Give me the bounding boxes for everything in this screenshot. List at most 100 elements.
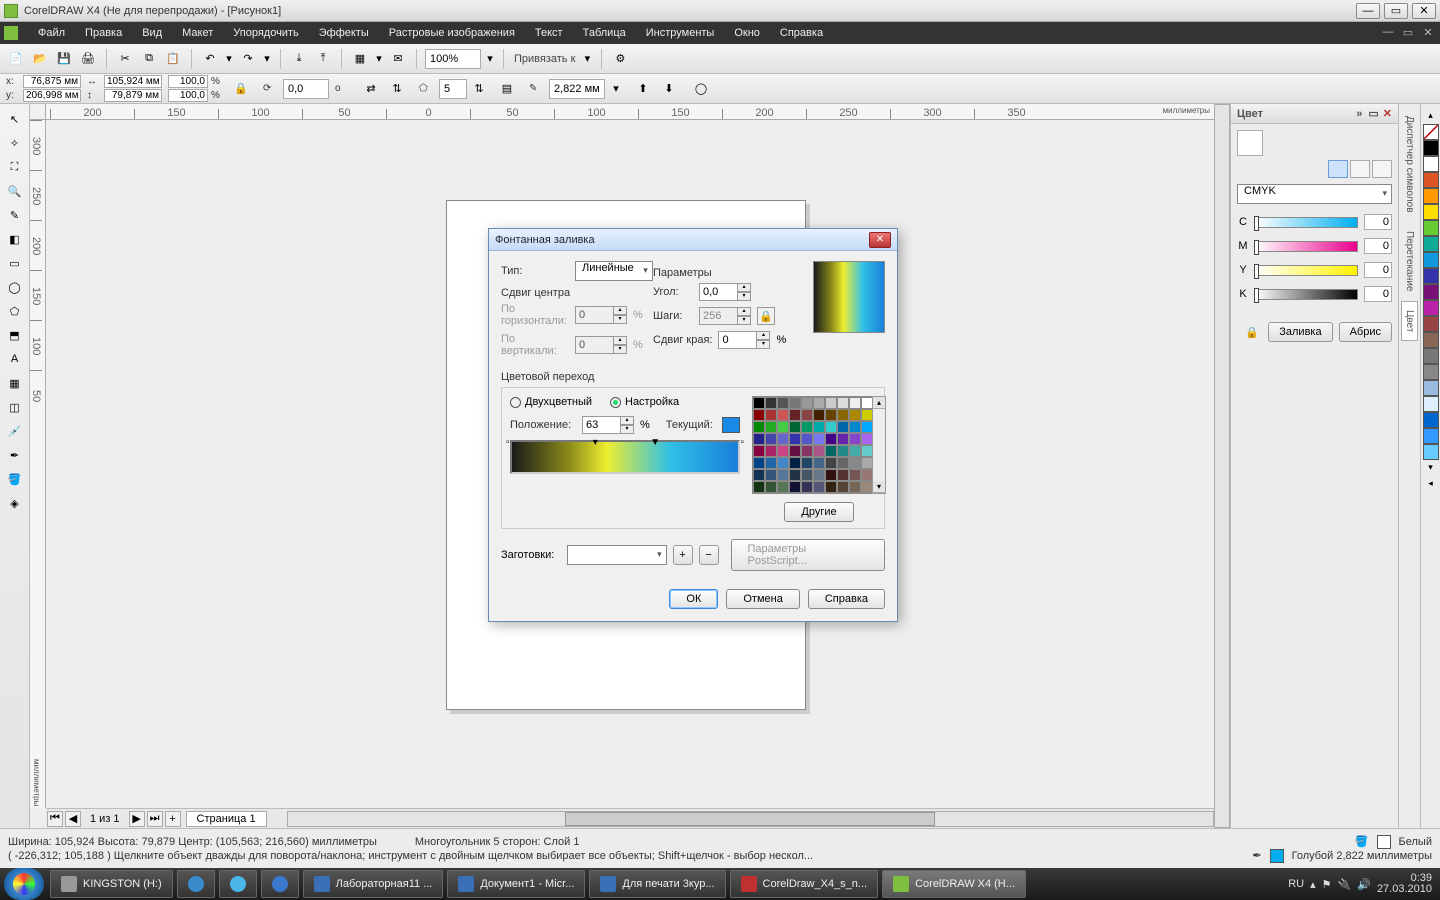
grid-swatch[interactable] [765,481,777,493]
grid-swatch[interactable] [789,397,801,409]
presets-combo[interactable] [567,545,667,565]
grid-swatch[interactable] [837,433,849,445]
edge-spinner[interactable]: ▴▾ [718,331,770,349]
grid-swatch[interactable] [837,445,849,457]
grid-swatch[interactable] [801,421,813,433]
grid-swatch[interactable] [837,421,849,433]
grid-swatch[interactable] [813,397,825,409]
grid-swatch[interactable] [801,445,813,457]
grid-swatch[interactable] [801,433,813,445]
grid-swatch[interactable] [765,457,777,469]
grid-swatch[interactable] [789,421,801,433]
angle-spinner[interactable]: ▴▾ [699,283,751,301]
presets-label: Заготовки: [501,549,561,561]
grid-swatch[interactable] [789,457,801,469]
grid-swatch[interactable] [837,457,849,469]
grid-swatch[interactable] [777,469,789,481]
grid-swatch[interactable] [849,433,861,445]
grid-swatch[interactable] [777,397,789,409]
dialog-close-button[interactable]: ✕ [869,232,891,248]
help-button[interactable]: Справка [808,589,885,609]
grid-swatch[interactable] [813,481,825,493]
grid-swatch[interactable] [825,457,837,469]
position-spinner[interactable]: ▴▾ [582,416,634,434]
grid-swatch[interactable] [753,457,765,469]
grid-swatch[interactable] [813,445,825,457]
grid-swatch[interactable] [789,409,801,421]
postscript-button: Параметры PostScript... [731,539,885,571]
color-picker-grid[interactable] [752,396,872,494]
gradient-preview [813,261,885,333]
grid-swatch[interactable] [825,421,837,433]
grid-swatch[interactable] [825,481,837,493]
grid-swatch[interactable] [777,409,789,421]
two-color-radio[interactable]: Двухцветный [510,396,592,408]
grid-swatch[interactable] [837,397,849,409]
grid-swatch[interactable] [753,433,765,445]
grid-swatch[interactable] [825,469,837,481]
grid-swatch[interactable] [753,445,765,457]
current-color-swatch[interactable] [722,417,740,433]
grid-swatch[interactable] [777,481,789,493]
grid-swatch[interactable] [753,397,765,409]
grid-swatch[interactable] [849,421,861,433]
grid-swatch[interactable] [825,433,837,445]
gradient-editor[interactable]: ▫ ▾ ▼ ▫ [510,440,740,474]
grid-swatch[interactable] [765,445,777,457]
grid-swatch[interactable] [801,409,813,421]
others-button[interactable]: Другие [784,502,853,522]
grid-swatch[interactable] [765,409,777,421]
grid-swatch[interactable] [765,433,777,445]
grid-swatch[interactable] [789,481,801,493]
cancel-button[interactable]: Отмена [726,589,799,609]
grid-swatch[interactable] [765,421,777,433]
grid-swatch[interactable] [753,469,765,481]
grid-swatch[interactable] [837,481,849,493]
grid-swatch[interactable] [753,481,765,493]
grid-swatch[interactable] [813,421,825,433]
grid-swatch[interactable] [825,397,837,409]
grid-swatch[interactable] [825,445,837,457]
grid-swatch[interactable] [777,433,789,445]
grid-swatch[interactable] [849,457,861,469]
ok-button[interactable]: ОК [669,589,718,609]
grid-swatch[interactable] [765,397,777,409]
vert-spinner: ▴▾ [575,336,627,354]
steps-lock-button[interactable]: 🔒 [757,307,775,325]
grid-swatch[interactable] [813,409,825,421]
preset-add-button[interactable]: + [673,545,693,565]
grid-swatch[interactable] [849,469,861,481]
color-trans-label: Цветовой переход [501,371,885,383]
grid-swatch[interactable] [801,457,813,469]
grid-swatch[interactable] [849,397,861,409]
grid-swatch[interactable] [777,421,789,433]
grid-scrollbar[interactable]: ▴▾ [872,396,886,494]
horiz-spinner: ▴▾ [575,306,627,324]
grid-swatch[interactable] [789,433,801,445]
grid-swatch[interactable] [837,469,849,481]
grid-swatch[interactable] [777,445,789,457]
grid-swatch[interactable] [849,481,861,493]
grid-swatch[interactable] [789,469,801,481]
preset-remove-button[interactable]: − [699,545,719,565]
grid-swatch[interactable] [849,409,861,421]
custom-radio[interactable]: Настройка [610,396,679,408]
grid-swatch[interactable] [801,397,813,409]
grid-swatch[interactable] [753,421,765,433]
grid-swatch[interactable] [837,409,849,421]
type-combo[interactable]: Линейные [575,261,653,281]
grid-swatch[interactable] [801,469,813,481]
grid-swatch[interactable] [813,469,825,481]
grid-swatch[interactable] [813,433,825,445]
grid-swatch[interactable] [849,445,861,457]
vert-label: По вертикали: [501,333,569,357]
grid-swatch[interactable] [801,481,813,493]
grid-swatch[interactable] [777,457,789,469]
current-label: Текущий: [666,419,716,431]
grid-swatch[interactable] [789,445,801,457]
grid-swatch[interactable] [813,457,825,469]
grid-swatch[interactable] [765,469,777,481]
grid-swatch[interactable] [753,409,765,421]
dialog-titlebar[interactable]: Фонтанная заливка ✕ [489,229,897,251]
grid-swatch[interactable] [825,409,837,421]
